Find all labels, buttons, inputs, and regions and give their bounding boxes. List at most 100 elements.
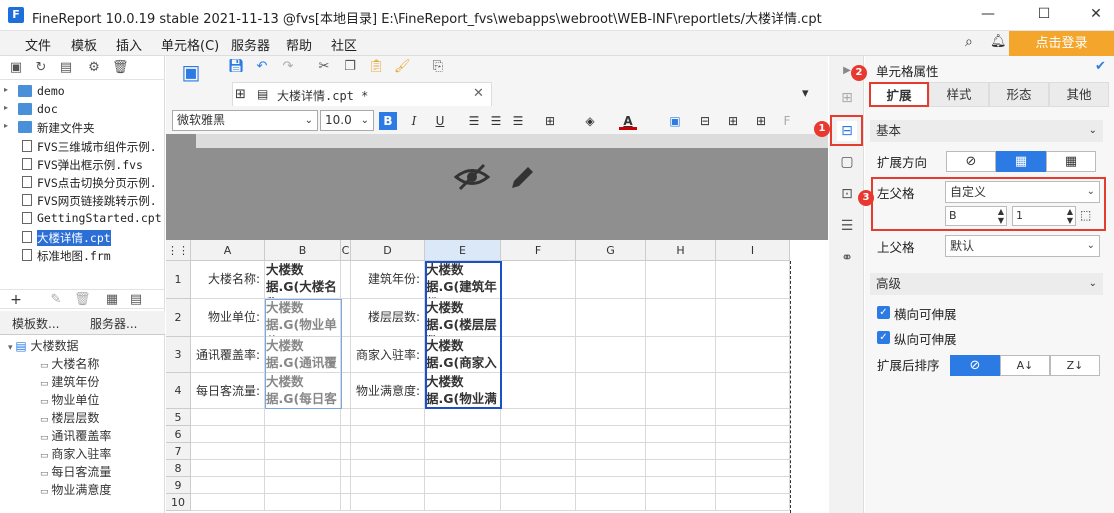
cell[interactable] [425, 409, 501, 426]
cell[interactable] [501, 460, 576, 477]
cell[interactable] [351, 477, 425, 494]
cell[interactable] [425, 460, 501, 477]
row-header[interactable]: 10 [166, 494, 191, 511]
vertical-expand-checkbox[interactable]: ✓ [877, 331, 890, 344]
new-folder-icon[interactable]: ▣ [8, 60, 24, 76]
cell[interactable] [716, 443, 790, 460]
underline-button[interactable]: U [431, 112, 449, 130]
column-header[interactable]: B [265, 240, 341, 261]
hyperlink-icon[interactable]: ⚭ [837, 248, 857, 268]
sort-none-button[interactable]: ⊘ [950, 355, 1000, 376]
field-cell[interactable]: 大楼数据.G(大楼名称) [265, 261, 341, 299]
dataset-field[interactable]: ▭ 物业满意度 [40, 481, 111, 499]
label-cell[interactable]: 楼层层数: [351, 299, 425, 337]
cell[interactable] [351, 443, 425, 460]
left-parent-select[interactable]: 自定义 ⌄ [945, 181, 1100, 203]
cell[interactable] [191, 477, 265, 494]
widget-icon[interactable]: ▢ [837, 152, 857, 172]
cell[interactable] [191, 494, 265, 511]
font-color-icon[interactable]: A [619, 112, 637, 130]
cell[interactable] [716, 494, 790, 511]
column-header[interactable]: H [646, 240, 716, 261]
cell[interactable] [576, 409, 646, 426]
cell[interactable] [716, 261, 790, 299]
folder-item[interactable]: ▸ demo [0, 83, 165, 101]
tab-template-dataset[interactable]: 模板数... [12, 315, 59, 332]
cell[interactable] [646, 409, 716, 426]
spreadsheet[interactable]: ⋮⋮ABCDEFGHI1大楼名称:大楼数据.G(大楼名称)建筑年份:大楼数据.G… [166, 240, 828, 513]
pin-icon[interactable]: ✔ [1095, 59, 1106, 74]
dataset-field[interactable]: ▭ 大楼名称 [40, 355, 99, 373]
label-cell[interactable]: 建筑年份: [351, 261, 425, 299]
editor-tab-label[interactable]: 大楼详情.cpt * [277, 87, 368, 104]
field-cell[interactable]: 大楼数据.G(物业单位) [265, 299, 341, 337]
tab-menu-icon[interactable]: ▾ [802, 86, 809, 101]
cell[interactable] [265, 426, 341, 443]
dataset-field[interactable]: ▭ 物业单位 [40, 391, 99, 409]
cell[interactable] [265, 443, 341, 460]
cell[interactable] [576, 460, 646, 477]
format-painter-icon[interactable]: 🖌︎ [394, 59, 411, 75]
cell[interactable] [576, 373, 646, 409]
menu-file[interactable]: 文件 [25, 35, 51, 54]
field-cell[interactable]: 大楼数据.G(通讯覆盖率) [265, 337, 341, 373]
field-cell[interactable]: 大楼数据.G(建筑年份) [425, 261, 501, 299]
column-header[interactable]: I [716, 240, 790, 261]
cell[interactable] [576, 426, 646, 443]
menu-community[interactable]: 社区 [331, 35, 357, 54]
cell[interactable] [265, 409, 341, 426]
maximize-icon[interactable]: ☐ [1034, 6, 1054, 24]
cell[interactable] [576, 337, 646, 373]
cell[interactable] [191, 443, 265, 460]
cell[interactable] [341, 477, 351, 494]
cell[interactable] [425, 426, 501, 443]
row-header[interactable]: 3 [166, 337, 191, 373]
cell[interactable] [576, 477, 646, 494]
expand-arrow-icon[interactable]: ▸ [4, 121, 16, 133]
bold-button[interactable]: B [379, 112, 397, 130]
label-cell[interactable]: 物业单位: [191, 299, 265, 337]
column-header[interactable]: D [351, 240, 425, 261]
edit-pencil-icon[interactable] [506, 162, 538, 197]
cell[interactable] [716, 477, 790, 494]
cell[interactable] [576, 443, 646, 460]
font-family-select[interactable]: 微软雅黑 ⌄ [172, 110, 318, 131]
cell[interactable] [191, 409, 265, 426]
sort-desc-button[interactable]: Z↓ [1050, 355, 1100, 376]
delete-dataset-icon[interactable]: 🗑︎ [74, 292, 91, 308]
cell[interactable] [646, 261, 716, 299]
cell[interactable] [501, 299, 576, 337]
redo-icon[interactable]: ↷ [280, 59, 296, 75]
top-parent-select[interactable]: 默认 ⌄ [945, 235, 1100, 257]
image-icon[interactable]: ▣ [666, 112, 684, 130]
menu-insert[interactable]: 插入 [116, 35, 142, 54]
table-icon[interactable]: ▤ [128, 292, 144, 308]
add-icon[interactable]: + [8, 292, 24, 308]
cell[interactable] [716, 373, 790, 409]
cell[interactable] [646, 460, 716, 477]
label-cell[interactable]: 商家入驻率: [351, 337, 425, 373]
cut-icon[interactable]: ✂ [316, 59, 332, 75]
menu-help[interactable]: 帮助 [286, 35, 312, 54]
cell[interactable] [341, 373, 351, 409]
tab-shape[interactable]: 形态 [989, 82, 1049, 107]
close-tab-icon[interactable]: ✕ [473, 86, 484, 101]
cell[interactable] [341, 494, 351, 511]
unmerge-icon[interactable]: ⊞ [724, 112, 742, 130]
tab-other[interactable]: 其他 [1049, 82, 1109, 107]
cell[interactable] [341, 426, 351, 443]
cell[interactable] [351, 494, 425, 511]
row-header[interactable]: 8 [166, 460, 191, 477]
column-header[interactable]: G [576, 240, 646, 261]
edit-dataset-icon[interactable]: ✎ [48, 292, 64, 308]
cell[interactable] [425, 477, 501, 494]
sort-asc-button[interactable]: A↓ [1000, 355, 1050, 376]
expand-none-button[interactable]: ⊘ [946, 151, 996, 172]
search-icon[interactable]: ⌕ [965, 34, 973, 50]
cell[interactable] [501, 373, 576, 409]
column-header[interactable]: C [341, 240, 351, 261]
field-cell[interactable]: 大楼数据.G(物业满意度) [425, 373, 501, 409]
settings-icon[interactable]: ⚙ [86, 60, 102, 76]
cell[interactable] [341, 337, 351, 373]
cell[interactable] [341, 261, 351, 299]
